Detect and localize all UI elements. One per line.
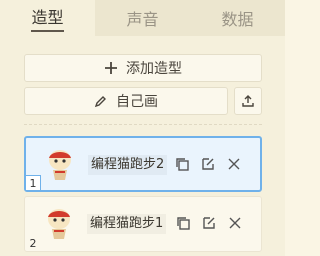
tab-bar: 造型 声音 数据 (0, 0, 285, 36)
tab-costumes[interactable]: 造型 (0, 0, 95, 36)
paint-costume-button[interactable]: 自己画 (24, 87, 228, 115)
upload-costume-button[interactable] (234, 87, 262, 115)
close-icon[interactable] (227, 215, 243, 231)
costume-card[interactable]: 编程猫跑步1 2 (24, 196, 262, 252)
costume-index: 2 (29, 236, 37, 250)
tab-sounds[interactable]: 声音 (95, 0, 190, 36)
costume-actions (175, 215, 243, 231)
costume-panel: 造型 声音 数据 添加造型 自己画 编程猫跑步2 1 编程猫跑步1 2 (0, 0, 285, 256)
tab-costumes-label: 造型 (31, 4, 64, 32)
copy-icon[interactable] (175, 215, 191, 231)
costume-name[interactable]: 编程猫跑步1 (87, 214, 167, 234)
add-costume-button[interactable]: 添加造型 (24, 54, 262, 82)
costume-actions (174, 156, 242, 172)
costume-thumbnail (44, 146, 76, 184)
close-icon[interactable] (226, 156, 242, 172)
plus-icon (104, 61, 118, 75)
costume-index: 1 (25, 175, 41, 191)
edit-icon[interactable] (200, 156, 216, 172)
costume-thumbnail (43, 205, 75, 243)
copy-icon[interactable] (174, 156, 190, 172)
tab-sounds-label: 声音 (126, 10, 159, 29)
paint-costume-label: 自己画 (116, 94, 158, 110)
edit-icon[interactable] (201, 215, 217, 231)
pencil-icon (94, 94, 108, 108)
tab-data[interactable]: 数据 (190, 0, 285, 36)
divider (24, 124, 262, 125)
costume-card[interactable]: 编程猫跑步2 1 (24, 136, 262, 192)
costume-name[interactable]: 编程猫跑步2 (88, 155, 168, 175)
tab-data-label: 数据 (221, 10, 254, 29)
add-costume-label: 添加造型 (126, 61, 182, 77)
upload-icon (241, 94, 255, 108)
